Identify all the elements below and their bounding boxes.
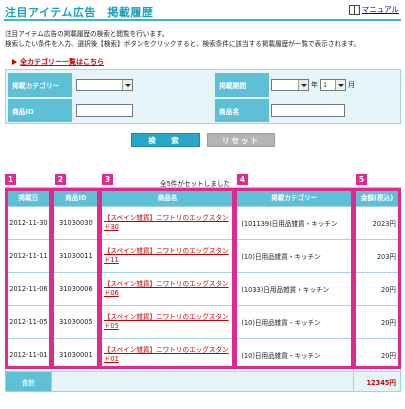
all-categories-link[interactable]: 全カテゴリー一覧はこちら — [12, 57, 104, 67]
product-link-cont[interactable]: ド06 — [104, 289, 235, 298]
cell-category: (101139)日用品雑貨・キッチン — [234, 206, 355, 240]
product-link[interactable]: 【スペイン雑貨】ニワトリのエッグスタン — [104, 214, 235, 223]
annotation-badge-3: 3 — [102, 174, 113, 185]
total-row: 合計 12345円 — [5, 371, 401, 392]
product-name-input[interactable] — [271, 104, 345, 117]
cell-category: (10)日用品雑貨・キッチン — [234, 239, 355, 273]
chevron-down-icon — [298, 80, 308, 90]
total-value: 12345円 — [353, 371, 401, 392]
chevron-down-icon — [122, 80, 132, 90]
search-form: 掲載カテゴリー 掲載期間 年 1 月 商品ID 商品名 — [5, 69, 401, 124]
total-spacer — [50, 371, 355, 392]
table-row: 2012-11-06 31030006 【スペイン雑貨】ニワトリのエッグスタンド… — [5, 272, 401, 306]
chevron-down-icon — [335, 80, 345, 90]
cell-date: 2012-11-05 — [5, 305, 52, 339]
cell-date: 2012-11-11 — [5, 239, 52, 273]
page-title: 注目アイテム広告 掲載履歴 — [5, 6, 154, 19]
header-date: 掲載日 — [5, 187, 52, 207]
period-label: 掲載期間 — [215, 73, 269, 97]
manual-link[interactable]: マニュアル — [348, 4, 399, 15]
cell-product-name[interactable]: 【スペイン雑貨】ニワトリのエッグスタン ド01 — [99, 338, 236, 372]
product-link-cont[interactable]: ド05 — [104, 322, 235, 331]
cell-category: (10)日用品雑貨・キッチン — [234, 338, 355, 372]
table-row: 2012-11-05 31030005 【スペイン雑貨】ニワトリのエッグスタンド… — [5, 305, 401, 339]
table-header-row: 掲載日 商品ID 商品名 掲載カテゴリー 金額(税込) — [5, 187, 401, 207]
month-unit: 月 — [348, 81, 355, 89]
month-select[interactable]: 1 — [320, 79, 346, 91]
table-row: 2012-11-30 31030030 【スペイン雑貨】ニワトリのエッグスタンド… — [5, 206, 401, 240]
arrow-right-icon — [12, 59, 17, 65]
month-value: 1 — [323, 81, 328, 89]
description-line-1: 注目アイテム広告の掲載履歴の検索と閲覧を行います。 — [5, 30, 169, 38]
cell-price: 203円 — [353, 239, 401, 273]
year-unit: 年 — [311, 81, 318, 89]
category-select[interactable] — [76, 79, 133, 91]
year-select[interactable] — [271, 79, 309, 91]
description-line-2: 検索したい条件を入力、選択後【検索】ボタンをクリックすると、検索条件に該当する掲… — [5, 40, 361, 48]
reset-button[interactable]: リセット — [207, 133, 275, 147]
cell-product-id: 31030006 — [50, 272, 101, 306]
search-button[interactable]: 検 索 — [131, 133, 200, 147]
product-link-cont[interactable]: ド30 — [104, 223, 235, 232]
category-label: 掲載カテゴリー — [8, 73, 72, 97]
table-row: 2012-11-11 31030011 【スペイン雑貨】ニワトリのエッグスタンド… — [5, 239, 401, 273]
cell-product-name[interactable]: 【スペイン雑貨】ニワトリのエッグスタン ド06 — [99, 272, 236, 306]
cell-product-name[interactable]: 【スペイン雑貨】ニワトリのエッグスタン ド05 — [99, 305, 236, 339]
cell-product-name[interactable]: 【スペイン雑貨】ニワトリのエッグスタン ド11 — [99, 239, 236, 273]
page-description: 注目アイテム広告の掲載履歴の検索と閲覧を行います。 検索したい条件を入力、選択後… — [5, 29, 360, 49]
results-table: 掲載日 商品ID 商品名 掲載カテゴリー 金額(税込) 2012-11-30 3… — [5, 187, 401, 392]
cell-product-id: 31030001 — [50, 338, 101, 372]
annotation-badge-2: 2 — [55, 174, 66, 185]
cell-date: 2012-11-01 — [5, 338, 52, 372]
header-product-id: 商品ID — [50, 187, 101, 207]
product-link[interactable]: 【スペイン雑貨】ニワトリのエッグスタン — [104, 280, 235, 289]
header-price: 金額(税込) — [353, 187, 401, 207]
product-link[interactable]: 【スペイン雑貨】ニワトリのエッグスタン — [104, 247, 235, 256]
manual-label[interactable]: マニュアル — [362, 4, 399, 15]
product-id-input[interactable] — [76, 104, 133, 117]
product-link-cont[interactable]: ド11 — [104, 256, 235, 265]
cell-date: 2012-11-30 — [5, 206, 52, 240]
product-link[interactable]: 【スペイン雑貨】ニワトリのエッグスタン — [104, 346, 235, 355]
annotation-badge-1: 1 — [5, 174, 16, 185]
product-link[interactable]: 【スペイン雑貨】ニワトリのエッグスタン — [104, 313, 235, 322]
total-label: 合計 — [5, 371, 52, 392]
cell-category: (1033)日用品雑貨・キッチン — [234, 272, 355, 306]
header-product-name: 商品名 — [99, 187, 236, 207]
cell-price: 20円 — [353, 272, 401, 306]
cell-price: 20円 — [353, 305, 401, 339]
cell-price: 2023円 — [353, 206, 401, 240]
product-id-label: 商品ID — [8, 99, 72, 122]
cell-product-id: 31030005 — [50, 305, 101, 339]
annotation-badge-5: 5 — [356, 174, 367, 185]
cell-date: 2012-11-06 — [5, 272, 52, 306]
all-categories-label[interactable]: 全カテゴリー一覧はこちら — [20, 57, 104, 67]
cell-price: 20円 — [353, 338, 401, 372]
product-link-cont[interactable]: ド01 — [104, 355, 235, 364]
cell-product-id: 31030030 — [50, 206, 101, 240]
table-row: 2012-11-01 31030001 【スペイン雑貨】ニワトリのエッグスタンド… — [5, 338, 401, 372]
cell-product-id: 31030011 — [50, 239, 101, 273]
header-category: 掲載カテゴリー — [234, 187, 355, 207]
annotation-badge-4: 4 — [237, 174, 248, 185]
title-divider — [4, 19, 401, 21]
cell-product-name[interactable]: 【スペイン雑貨】ニワトリのエッグスタン ド30 — [99, 206, 236, 240]
manual-book-icon — [348, 4, 360, 15]
cell-category: (10)日用品雑貨・キッチン — [234, 305, 355, 339]
product-name-label: 商品名 — [215, 99, 269, 122]
